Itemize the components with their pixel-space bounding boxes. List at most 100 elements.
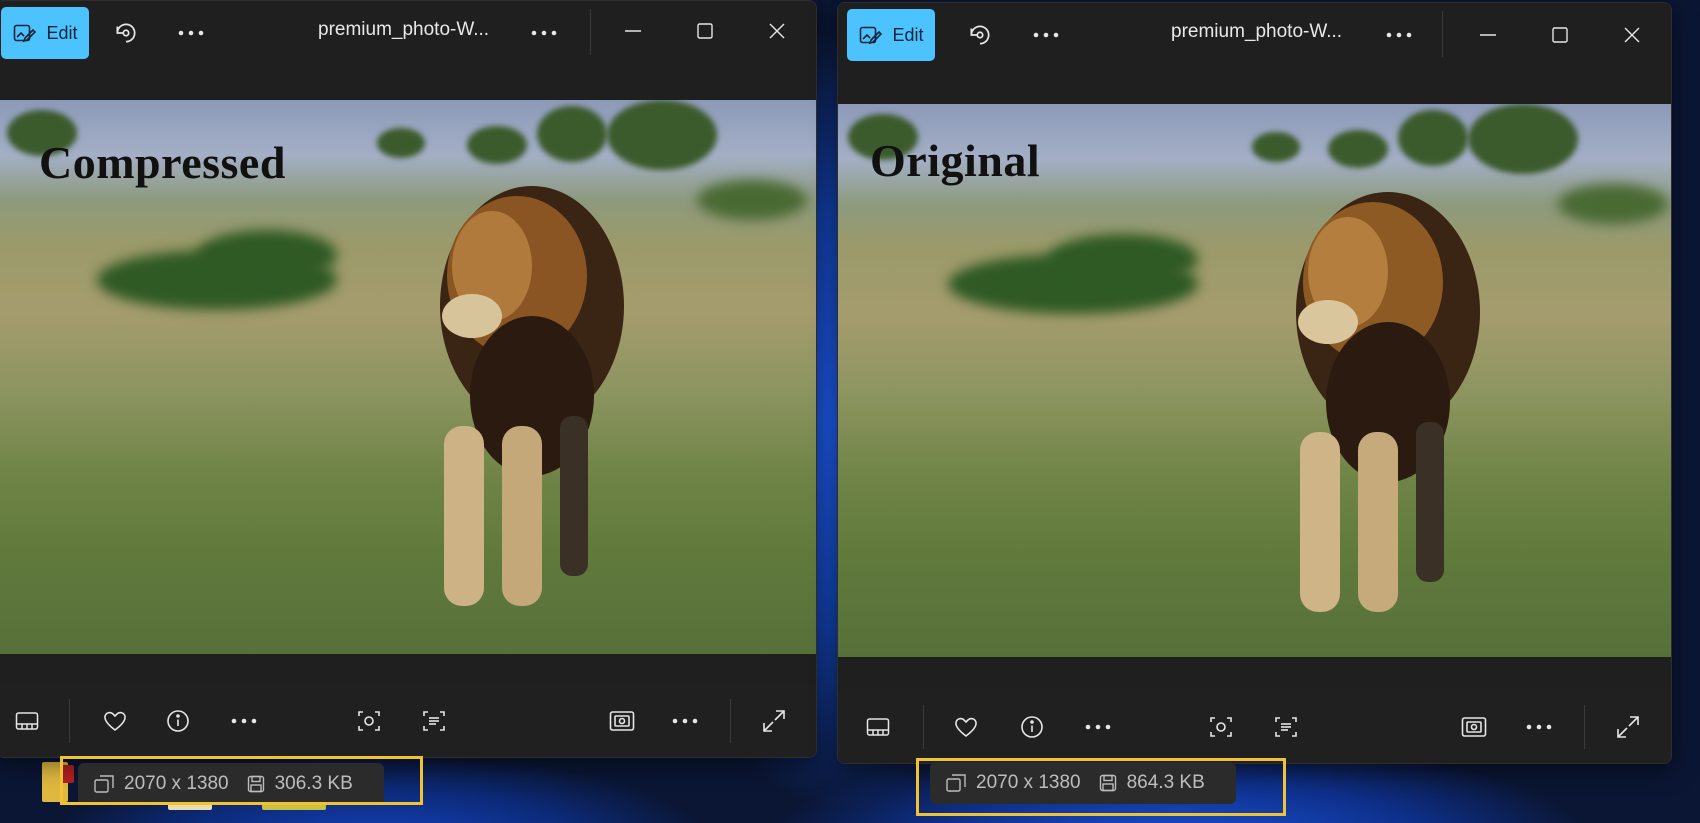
close-icon [1624,27,1640,43]
favorite-button[interactable] [95,701,135,741]
slideshow-button[interactable] [1454,707,1494,747]
edit-label: Edit [892,24,924,45]
info-button[interactable] [158,701,198,741]
edit-button[interactable]: Edit [1,7,89,59]
photo-bush [697,180,807,220]
photo-view[interactable]: Compressed [0,100,816,654]
filmstrip-button[interactable] [858,707,898,747]
photo-overlay-label: Original [870,135,1041,186]
heart-icon [955,717,977,738]
title-more-button[interactable] [524,13,564,53]
bottom-toolbar [838,689,1671,763]
more-options-button[interactable] [1026,15,1066,55]
close-button[interactable] [757,11,797,51]
maximize-icon [697,23,713,39]
photo-view[interactable]: Original [838,104,1671,657]
rotate-icon [970,25,990,45]
minimize-icon [625,30,641,32]
rotate-icon [116,23,136,43]
filmstrip-icon [15,712,39,730]
text-extract-icon [1275,717,1297,737]
visual-search-icon [1210,717,1232,737]
window-title: premium_photo-W... [1171,21,1343,42]
maximize-button[interactable] [1540,15,1580,55]
photo-bush [1048,234,1198,284]
more-icon [1526,724,1552,730]
edit-button[interactable]: Edit [847,9,935,61]
bottom-more-button[interactable] [224,701,264,741]
photo-tree [537,106,607,162]
slideshow-button[interactable] [602,701,642,741]
rotate-button[interactable] [106,13,146,53]
lion-figure [440,186,624,606]
text-extract-icon [423,711,445,731]
text-extract-button[interactable] [1266,707,1306,747]
title-bar: Edit premium_photo-W... [838,3,1671,67]
heart-icon [104,711,126,732]
title-divider [590,9,591,55]
bottom-more-button[interactable] [1078,707,1118,747]
photo-tree [1252,132,1300,162]
slideshow-icon [609,711,635,731]
maximize-icon [1552,27,1568,43]
title-bar: Edit premium_photo-W... [0,1,816,65]
photo-tree [377,128,425,158]
rotate-button[interactable] [960,15,1000,55]
more-icon [672,718,698,724]
bottom-more-button-2[interactable] [665,701,705,741]
favorite-button[interactable] [946,707,986,747]
fullscreen-icon [763,710,785,732]
photo-tree [1328,130,1388,168]
info-icon [167,710,189,732]
minimize-button[interactable] [613,11,653,51]
fullscreen-button[interactable] [754,701,794,741]
filmstrip-button[interactable] [7,701,47,741]
edit-photo-icon [14,24,37,43]
photos-window-compressed: Edit premium_photo-W... Compressed [0,0,817,758]
toolbar-divider [69,699,70,743]
more-options-button[interactable] [171,13,211,53]
photo-bush [1558,184,1668,224]
more-icon [231,718,257,724]
minimize-button[interactable] [1468,15,1508,55]
highlight-box [60,756,423,805]
more-icon [1085,724,1111,730]
more-icon [1386,32,1412,38]
photo-tree [467,126,527,164]
toolbar-divider [923,705,924,749]
more-icon [178,30,204,36]
window-title: premium_photo-W... [318,19,490,40]
toolbar-divider [730,699,731,743]
toolbar-divider [1584,705,1585,749]
photo-overlay-label: Compressed [39,137,286,188]
photo-bush [197,230,337,280]
bottom-toolbar [0,683,816,757]
more-icon [1033,32,1059,38]
more-icon [531,30,557,36]
slideshow-icon [1461,717,1487,737]
photo-tree [1398,110,1468,166]
edit-label: Edit [46,22,78,43]
photos-window-original: Edit premium_photo-W... Original [837,2,1672,764]
close-icon [769,23,785,39]
fullscreen-icon [1617,716,1639,738]
edit-photo-icon [860,26,883,45]
fullscreen-button[interactable] [1608,707,1648,747]
title-more-button[interactable] [1379,15,1419,55]
info-icon [1021,716,1043,738]
photo-tree [1468,104,1578,174]
minimize-icon [1480,34,1496,36]
photo-tree [607,100,717,170]
bottom-more-button-2[interactable] [1519,707,1559,747]
visual-search-icon [358,711,380,731]
info-button[interactable] [1012,707,1052,747]
title-divider [1442,11,1443,57]
highlight-box [916,758,1286,816]
maximize-button[interactable] [685,11,725,51]
filmstrip-icon [866,718,890,736]
close-button[interactable] [1612,15,1652,55]
text-extract-button[interactable] [414,701,454,741]
lion-figure [1296,192,1480,612]
visual-search-button[interactable] [349,701,389,741]
visual-search-button[interactable] [1201,707,1241,747]
